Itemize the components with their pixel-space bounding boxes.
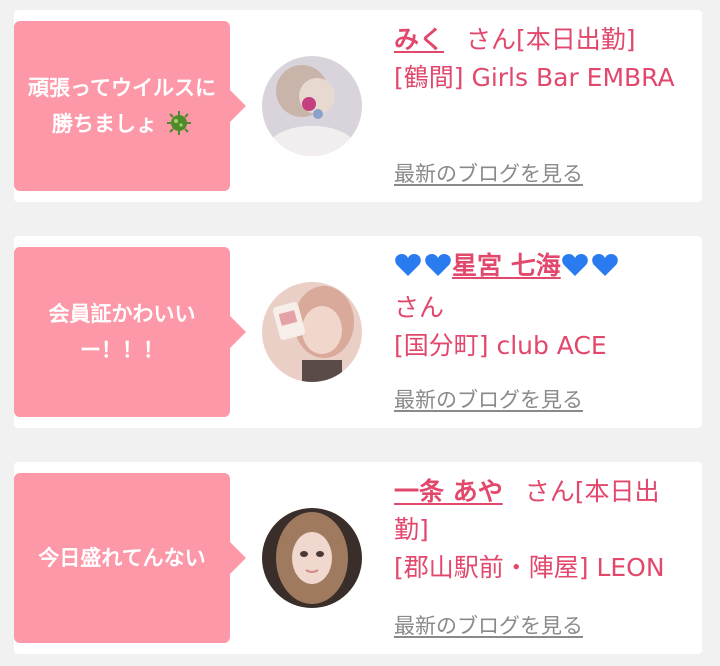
shop-info: [鶴間] Girls Bar EMBRA (394, 63, 675, 92)
avatar[interactable] (262, 56, 362, 156)
girl-info: 星宮 七海 さん [国分町] club ACE (394, 247, 684, 365)
latest-blog-link[interactable]: 最新のブログを見る (394, 384, 583, 414)
girl-name-link[interactable]: 一条 あや (394, 477, 503, 506)
girl-name-link[interactable]: 星宮 七海 (452, 251, 561, 280)
message-bubble: 会員証かわいいー！！！ (14, 247, 246, 417)
avatar[interactable] (262, 282, 362, 382)
girl-name-link[interactable]: みく (394, 25, 444, 54)
name-suffix: さん (394, 293, 445, 322)
blue-heart-icon (561, 251, 619, 289)
message-bubble: 今日盛れてんない (14, 473, 246, 643)
message-bubble: 頑張ってウイルスに勝ちましょ (14, 21, 246, 191)
girl-info: みく さん[本日出勤] [鶴間] Girls Bar EMBRA (394, 21, 684, 97)
message-text: 会員証かわいいー！！！ (48, 302, 196, 362)
avatar[interactable] (262, 508, 362, 608)
latest-blog-link[interactable]: 最新のブログを見る (394, 158, 583, 188)
message-text: 今日盛れてんない (38, 546, 206, 570)
latest-blog-link[interactable]: 最新のブログを見る (394, 610, 583, 640)
shop-info: [郡山駅前・陣屋] LEON (394, 553, 665, 582)
blue-heart-icon (394, 251, 452, 289)
virus-icon (167, 111, 192, 135)
girl-info: 一条 あや さん[本日出勤] [郡山駅前・陣屋] LEON (394, 473, 684, 587)
name-suffix: さん[本日出勤] (466, 25, 636, 54)
shop-info: [国分町] club ACE (394, 331, 607, 360)
